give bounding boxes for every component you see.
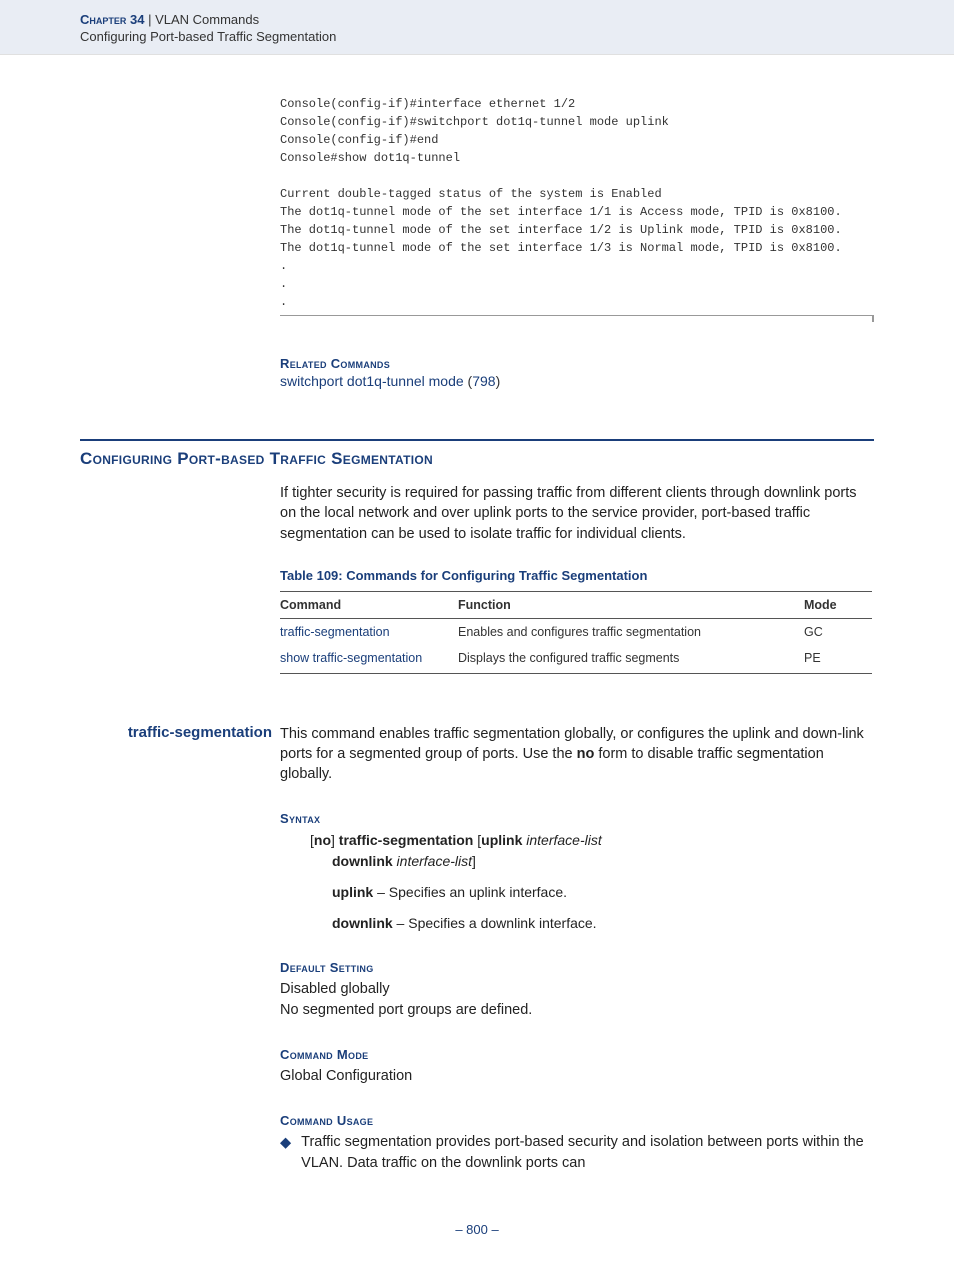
ref-close: )	[496, 373, 501, 389]
usage-bullet-text: Traffic segmentation provides port-based…	[301, 1132, 874, 1174]
diamond-bullet-icon: ◆	[280, 1133, 291, 1174]
command-usage-heading: Command Usage	[280, 1113, 874, 1128]
cmd-link-show-traffic-segmentation[interactable]: show traffic-segmentation	[280, 651, 422, 665]
command-description: This command enables traffic segmentatio…	[280, 724, 874, 785]
arg-interface-list-2: interface-list	[393, 853, 472, 869]
header-separator: |	[144, 12, 155, 27]
section-title: Configuring Port-based Traffic Segmentat…	[80, 449, 874, 469]
cmd-func: Displays the configured traffic segments	[458, 645, 804, 674]
param-uplink: uplink	[332, 884, 373, 900]
table-row: traffic-segmentation Enables and configu…	[280, 618, 872, 645]
ref-open: (	[464, 373, 473, 389]
syntax-heading: Syntax	[280, 811, 874, 826]
desc-no: no	[577, 746, 595, 762]
param-uplink-desc: – Specifies an uplink interface.	[373, 884, 567, 900]
th-command: Command	[280, 591, 458, 618]
header-subtitle: Configuring Port-based Traffic Segmentat…	[80, 29, 874, 44]
syntax-line-2: downlink interface-list]	[332, 851, 874, 872]
related-page-ref[interactable]: 798	[472, 373, 495, 389]
usage-bullet-1: ◆ Traffic segmentation provides port-bas…	[280, 1132, 874, 1174]
param-downlink: downlink	[332, 915, 393, 931]
syntax-param-downlink: downlink – Specifies a downlink interfac…	[332, 913, 874, 934]
syntax-block: [no] traffic-segmentation [uplink interf…	[310, 830, 874, 934]
command-name-label: traffic-segmentation	[80, 724, 280, 785]
section-rule	[80, 439, 874, 441]
header-chapter-line: Chapter 34 | VLAN Commands	[80, 12, 874, 27]
syntax-param-uplink: uplink – Specifies an uplink interface.	[332, 882, 874, 903]
related-link[interactable]: switchport dot1q-tunnel mode	[280, 373, 464, 389]
default-setting-line2: No segmented port groups are defined.	[280, 1000, 874, 1021]
syntax-line-1: [no] traffic-segmentation [uplink interf…	[310, 830, 874, 851]
kw-no: no	[314, 832, 331, 848]
bracket-close-sp: ]	[331, 832, 339, 848]
command-definition: traffic-segmentation This command enable…	[80, 724, 874, 785]
cmd-mode: GC	[804, 618, 872, 645]
related-commands-line: switchport dot1q-tunnel mode (798)	[280, 373, 874, 389]
page: Chapter 34 | VLAN Commands Configuring P…	[0, 0, 954, 1277]
table-caption: Table 109: Commands for Configuring Traf…	[280, 568, 874, 583]
kw-traffic-segmentation: traffic-segmentation	[339, 832, 474, 848]
related-commands-heading: Related Commands	[280, 356, 874, 371]
bracket-close2: ]	[472, 853, 476, 869]
th-function: Function	[458, 591, 804, 618]
bracket-open2: [	[473, 832, 481, 848]
cmd-link-traffic-segmentation[interactable]: traffic-segmentation	[280, 625, 390, 639]
default-setting-heading: Default Setting	[280, 960, 874, 975]
cmd-func: Enables and configures traffic segmentat…	[458, 618, 804, 645]
default-setting-line1: Disabled globally	[280, 979, 874, 1000]
page-header: Chapter 34 | VLAN Commands Configuring P…	[0, 0, 954, 55]
command-mode-text: Global Configuration	[280, 1066, 874, 1087]
chapter-title: VLAN Commands	[155, 12, 259, 27]
arg-interface-list: interface-list	[522, 832, 601, 848]
kw-uplink: uplink	[481, 832, 522, 848]
table-row: show traffic-segmentation Displays the c…	[280, 645, 872, 674]
section-intro: If tighter security is required for pass…	[280, 483, 874, 544]
command-mode-heading: Command Mode	[280, 1047, 874, 1062]
chapter-label: Chapter 34	[80, 12, 144, 27]
table-header-row: Command Function Mode	[280, 591, 872, 618]
cmd-mode: PE	[804, 645, 872, 674]
code-rule	[280, 315, 874, 322]
console-output: Console(config-if)#interface ethernet 1/…	[280, 95, 874, 311]
kw-downlink: downlink	[332, 853, 393, 869]
commands-table: Command Function Mode traffic-segmentati…	[280, 591, 872, 674]
th-mode: Mode	[804, 591, 872, 618]
param-downlink-desc: – Specifies a downlink interface.	[393, 915, 597, 931]
page-content: Console(config-if)#interface ethernet 1/…	[0, 95, 954, 1277]
